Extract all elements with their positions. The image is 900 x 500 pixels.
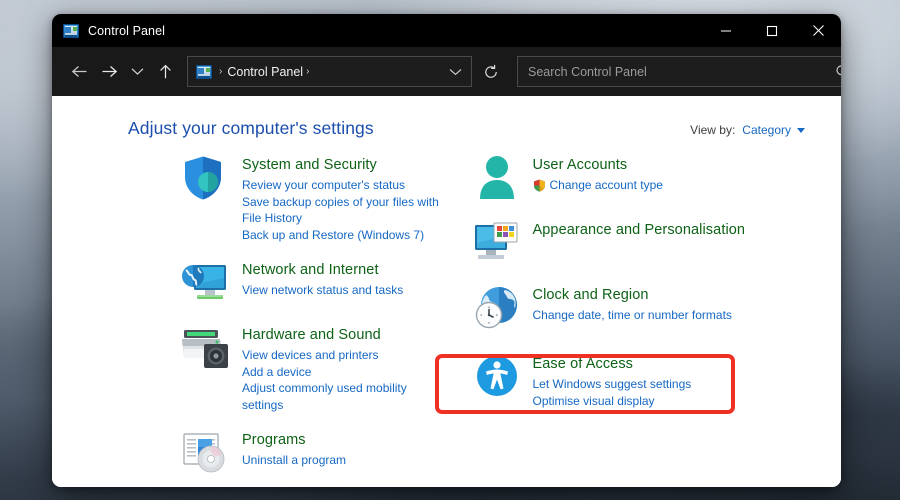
category-link[interactable]: Adjust commonly used mobility settings (242, 380, 447, 413)
category-body: Clock and Region Change date, time or nu… (523, 285, 732, 333)
up-button[interactable] (150, 57, 180, 87)
user-person-icon (471, 155, 523, 203)
appearance-monitor-icon (471, 220, 523, 268)
category-link[interactable]: Uninstall a program (242, 452, 346, 469)
chevron-down-icon[interactable] (797, 127, 805, 133)
shield-icon (180, 155, 232, 203)
category-user-accounts[interactable]: User Accounts Change account type (471, 155, 842, 203)
category-body: User Accounts Change account type (523, 155, 663, 203)
category-link[interactable]: View network status and tasks (242, 282, 403, 299)
network-globe-monitor-icon (180, 260, 232, 308)
category-appearance-and-personalisation[interactable]: Appearance and Personalisation (471, 220, 842, 268)
back-button[interactable] (64, 57, 94, 87)
maximize-button[interactable] (749, 14, 795, 47)
category-title[interactable]: Programs (242, 431, 346, 449)
category-body: Hardware and Sound View devices and prin… (232, 325, 447, 413)
view-by-control[interactable]: View by: Category (690, 123, 805, 137)
programs-disc-icon (180, 430, 232, 478)
breadcrumb-separator: › (219, 66, 223, 77)
category-link[interactable]: Optimise visual display (533, 393, 692, 410)
close-button[interactable] (795, 14, 841, 47)
category-ease-of-access[interactable]: Ease of Access Let Windows suggest setti… (471, 354, 842, 409)
category-body: Network and Internet View network status… (232, 260, 403, 308)
category-network-and-internet[interactable]: Network and Internet View network status… (180, 260, 447, 308)
control-panel-content: Adjust your computer's settings View by:… (52, 96, 841, 487)
clock-globe-icon (471, 285, 523, 333)
window-title: Control Panel (88, 23, 166, 38)
category-body: System and Security Review your computer… (232, 155, 447, 243)
category-title[interactable]: System and Security (242, 156, 447, 174)
category-title[interactable]: User Accounts (533, 156, 663, 174)
breadcrumb-separator-2[interactable]: › (306, 66, 309, 77)
search-icon[interactable] (835, 64, 841, 79)
chevron-down-icon[interactable] (445, 61, 465, 83)
category-body: Ease of Access Let Windows suggest setti… (523, 354, 692, 409)
category-link[interactable]: Save backup copies of your files with Fi… (242, 194, 447, 227)
category-programs[interactable]: Programs Uninstall a program (180, 430, 447, 478)
recent-locations-button[interactable] (124, 57, 150, 87)
category-title[interactable]: Ease of Access (533, 355, 692, 373)
navigation-toolbar: › Control Panel › (52, 47, 841, 96)
search-input[interactable] (528, 64, 835, 79)
breadcrumb-control-panel[interactable]: Control Panel (227, 65, 303, 79)
minimize-button[interactable] (703, 14, 749, 47)
view-by-label: View by: (690, 123, 736, 137)
category-column-left: System and Security Review your computer… (52, 155, 447, 487)
content-header: Adjust your computer's settings View by:… (52, 118, 841, 139)
category-link[interactable]: Change account type (533, 177, 663, 194)
control-panel-icon (196, 64, 212, 79)
category-columns: System and Security Review your computer… (52, 139, 841, 487)
category-title[interactable]: Appearance and Personalisation (533, 221, 746, 239)
category-link[interactable]: Review your computer's status (242, 177, 447, 194)
category-system-and-security[interactable]: System and Security Review your computer… (180, 155, 447, 243)
category-title[interactable]: Hardware and Sound (242, 326, 447, 344)
printer-speaker-icon (180, 325, 232, 373)
window-titlebar: Control Panel (52, 14, 841, 47)
control-panel-window: Control Panel › Control Panel › Search C… (52, 14, 841, 487)
window-controls (703, 14, 841, 47)
category-link[interactable]: Change date, time or number formats (533, 307, 732, 324)
uac-shield-icon (533, 179, 545, 192)
category-clock-and-region[interactable]: Clock and Region Change date, time or nu… (471, 285, 842, 333)
category-link-label: Change account type (549, 178, 663, 192)
category-link[interactable]: Let Windows suggest settings (533, 376, 692, 393)
control-panel-icon (63, 23, 79, 38)
search-box[interactable] (517, 56, 841, 87)
category-hardware-and-sound[interactable]: Hardware and Sound View devices and prin… (180, 325, 447, 413)
category-link[interactable]: Add a device (242, 364, 447, 381)
page-title: Adjust your computer's settings (128, 118, 374, 138)
view-by-value[interactable]: Category (742, 123, 791, 137)
forward-button[interactable] (94, 57, 124, 87)
category-body: Programs Uninstall a program (232, 430, 346, 478)
ease-of-access-icon (471, 354, 523, 402)
category-body: Appearance and Personalisation (523, 220, 746, 268)
category-title[interactable]: Clock and Region (533, 286, 732, 304)
category-link[interactable]: Back up and Restore (Windows 7) (242, 227, 447, 244)
category-column-right: User Accounts Change account type Appear… (447, 155, 842, 487)
refresh-button[interactable] (476, 57, 506, 87)
address-bar[interactable]: › Control Panel › (187, 56, 472, 87)
category-link[interactable]: View devices and printers (242, 347, 447, 364)
category-title[interactable]: Network and Internet (242, 261, 403, 279)
